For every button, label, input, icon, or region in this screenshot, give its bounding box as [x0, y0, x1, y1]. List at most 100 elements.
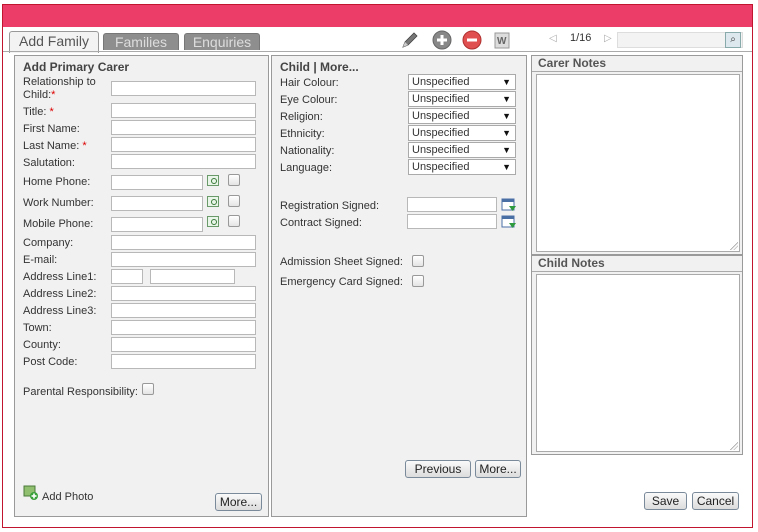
dropdown-arrow-icon: ▼ [502, 94, 511, 104]
mobile-phone-input[interactable] [111, 217, 203, 232]
contract-signed-date-input[interactable] [407, 214, 497, 229]
word-document-icon[interactable]: W [492, 30, 512, 50]
child-notes-textarea[interactable] [536, 274, 740, 452]
carer-more-button[interactable]: More... [215, 493, 262, 511]
work-number-checkbox[interactable] [228, 195, 240, 207]
app-frame: Add Family Families Enquiries W ◁ 1/16 ▷… [2, 4, 753, 528]
calendar-icon[interactable] [501, 198, 517, 212]
child-more-button[interactable]: More... [475, 460, 521, 478]
child-notes-panel: Child Notes [531, 255, 743, 455]
previous-button[interactable]: Previous [405, 460, 471, 478]
address-line2-label: Address Line2: [23, 288, 97, 300]
emergency-card-checkbox[interactable] [412, 275, 424, 287]
contract-signed-label: Contract Signed: [280, 217, 362, 229]
dropdown-arrow-icon: ▼ [502, 77, 511, 87]
relationship-input[interactable] [111, 81, 256, 96]
hair-colour-label: Hair Colour: [280, 77, 339, 89]
add-photo-icon[interactable] [23, 485, 39, 501]
address-line1-input[interactable] [150, 269, 235, 284]
mobile-phone-label: Mobile Phone: [23, 218, 94, 230]
address-line1-number-input[interactable] [111, 269, 143, 284]
last-name-label: Last Name: * [23, 140, 87, 152]
phone-dial-icon[interactable] [207, 196, 219, 207]
post-code-label: Post Code: [23, 356, 78, 368]
registration-signed-label: Registration Signed: [280, 200, 380, 212]
email-input[interactable] [111, 252, 256, 267]
address-line3-input[interactable] [111, 303, 256, 318]
resize-grip-icon[interactable] [730, 242, 738, 250]
work-number-input[interactable] [111, 196, 203, 211]
tab-add-family[interactable]: Add Family [9, 31, 99, 53]
county-label: County: [23, 339, 61, 351]
company-input[interactable] [111, 235, 256, 250]
language-select[interactable]: Unspecified ▼ [408, 159, 516, 175]
dropdown-arrow-icon: ▼ [502, 128, 511, 138]
tab-divider [3, 51, 752, 52]
resize-grip-icon[interactable] [730, 442, 738, 450]
relationship-label-line2: Child:* [23, 89, 56, 101]
address-line3-label: Address Line3: [23, 305, 97, 317]
nationality-label: Nationality: [280, 145, 335, 157]
header-bar [3, 5, 752, 27]
dropdown-arrow-icon: ▼ [502, 145, 511, 155]
save-button[interactable]: Save [644, 492, 687, 510]
pencil-icon[interactable] [400, 30, 420, 50]
parental-responsibility-label: Parental Responsibility: [23, 386, 138, 398]
ethnicity-label: Ethnicity: [280, 128, 325, 140]
first-name-input[interactable] [111, 120, 256, 135]
emergency-card-label: Emergency Card Signed: [280, 276, 403, 288]
work-number-label: Work Number: [23, 197, 94, 209]
previous-record-arrow[interactable]: ◁ [549, 33, 557, 44]
address-line1-label: Address Line1: [23, 271, 97, 283]
relationship-label-line1: Relationship to [23, 76, 96, 88]
home-phone-label: Home Phone: [23, 176, 91, 188]
first-name-label: First Name: [23, 123, 80, 135]
language-label: Language: [280, 162, 332, 174]
last-name-input[interactable] [111, 137, 256, 152]
cancel-button[interactable]: Cancel [692, 492, 739, 510]
salutation-input[interactable] [111, 154, 256, 169]
eye-colour-label: Eye Colour: [280, 94, 338, 106]
tab-enquiries[interactable]: Enquiries [184, 33, 260, 50]
child-panel: Child | More... Hair Colour: Unspecified… [271, 55, 527, 517]
minus-circle-icon[interactable] [462, 30, 482, 50]
child-notes-title: Child Notes [532, 256, 742, 272]
religion-label: Religion: [280, 111, 323, 123]
carer-notes-textarea[interactable] [536, 74, 740, 252]
hair-colour-select[interactable]: Unspecified ▼ [408, 74, 516, 90]
svg-text:W: W [497, 36, 507, 47]
post-code-input[interactable] [111, 354, 256, 369]
carer-notes-panel: Carer Notes [531, 55, 743, 255]
eye-colour-select[interactable]: Unspecified ▼ [408, 91, 516, 107]
dropdown-arrow-icon: ▼ [502, 111, 511, 121]
nationality-select[interactable]: Unspecified ▼ [408, 142, 516, 158]
home-phone-input[interactable] [111, 175, 203, 190]
ethnicity-select[interactable]: Unspecified ▼ [408, 125, 516, 141]
town-label: Town: [23, 322, 52, 334]
registration-signed-date-input[interactable] [407, 197, 497, 212]
phone-dial-icon[interactable] [207, 175, 219, 186]
next-record-arrow[interactable]: ▷ [604, 33, 612, 44]
town-input[interactable] [111, 320, 256, 335]
mobile-phone-checkbox[interactable] [228, 215, 240, 227]
religion-select[interactable]: Unspecified ▼ [408, 108, 516, 124]
phone-dial-icon[interactable] [207, 216, 219, 227]
address-line2-input[interactable] [111, 286, 256, 301]
title-input[interactable] [111, 103, 256, 118]
home-phone-checkbox[interactable] [228, 174, 240, 186]
search-icon[interactable]: ⌕ [725, 32, 741, 48]
email-label: E-mail: [23, 254, 58, 266]
tab-families[interactable]: Families [103, 33, 179, 50]
company-label: Company: [23, 237, 74, 249]
county-input[interactable] [111, 337, 256, 352]
salutation-label: Salutation: [23, 157, 75, 169]
add-photo-link[interactable]: Add Photo [42, 491, 93, 504]
dropdown-arrow-icon: ▼ [502, 162, 511, 172]
admission-sheet-checkbox[interactable] [412, 255, 424, 267]
parental-responsibility-checkbox[interactable] [142, 383, 154, 395]
calendar-icon[interactable] [501, 215, 517, 229]
pager-text: 1/16 [570, 32, 592, 44]
carer-notes-title: Carer Notes [532, 56, 742, 72]
plus-circle-icon[interactable] [432, 30, 452, 50]
carer-panel: Add Primary Carer Relationship to Child:… [14, 55, 269, 517]
